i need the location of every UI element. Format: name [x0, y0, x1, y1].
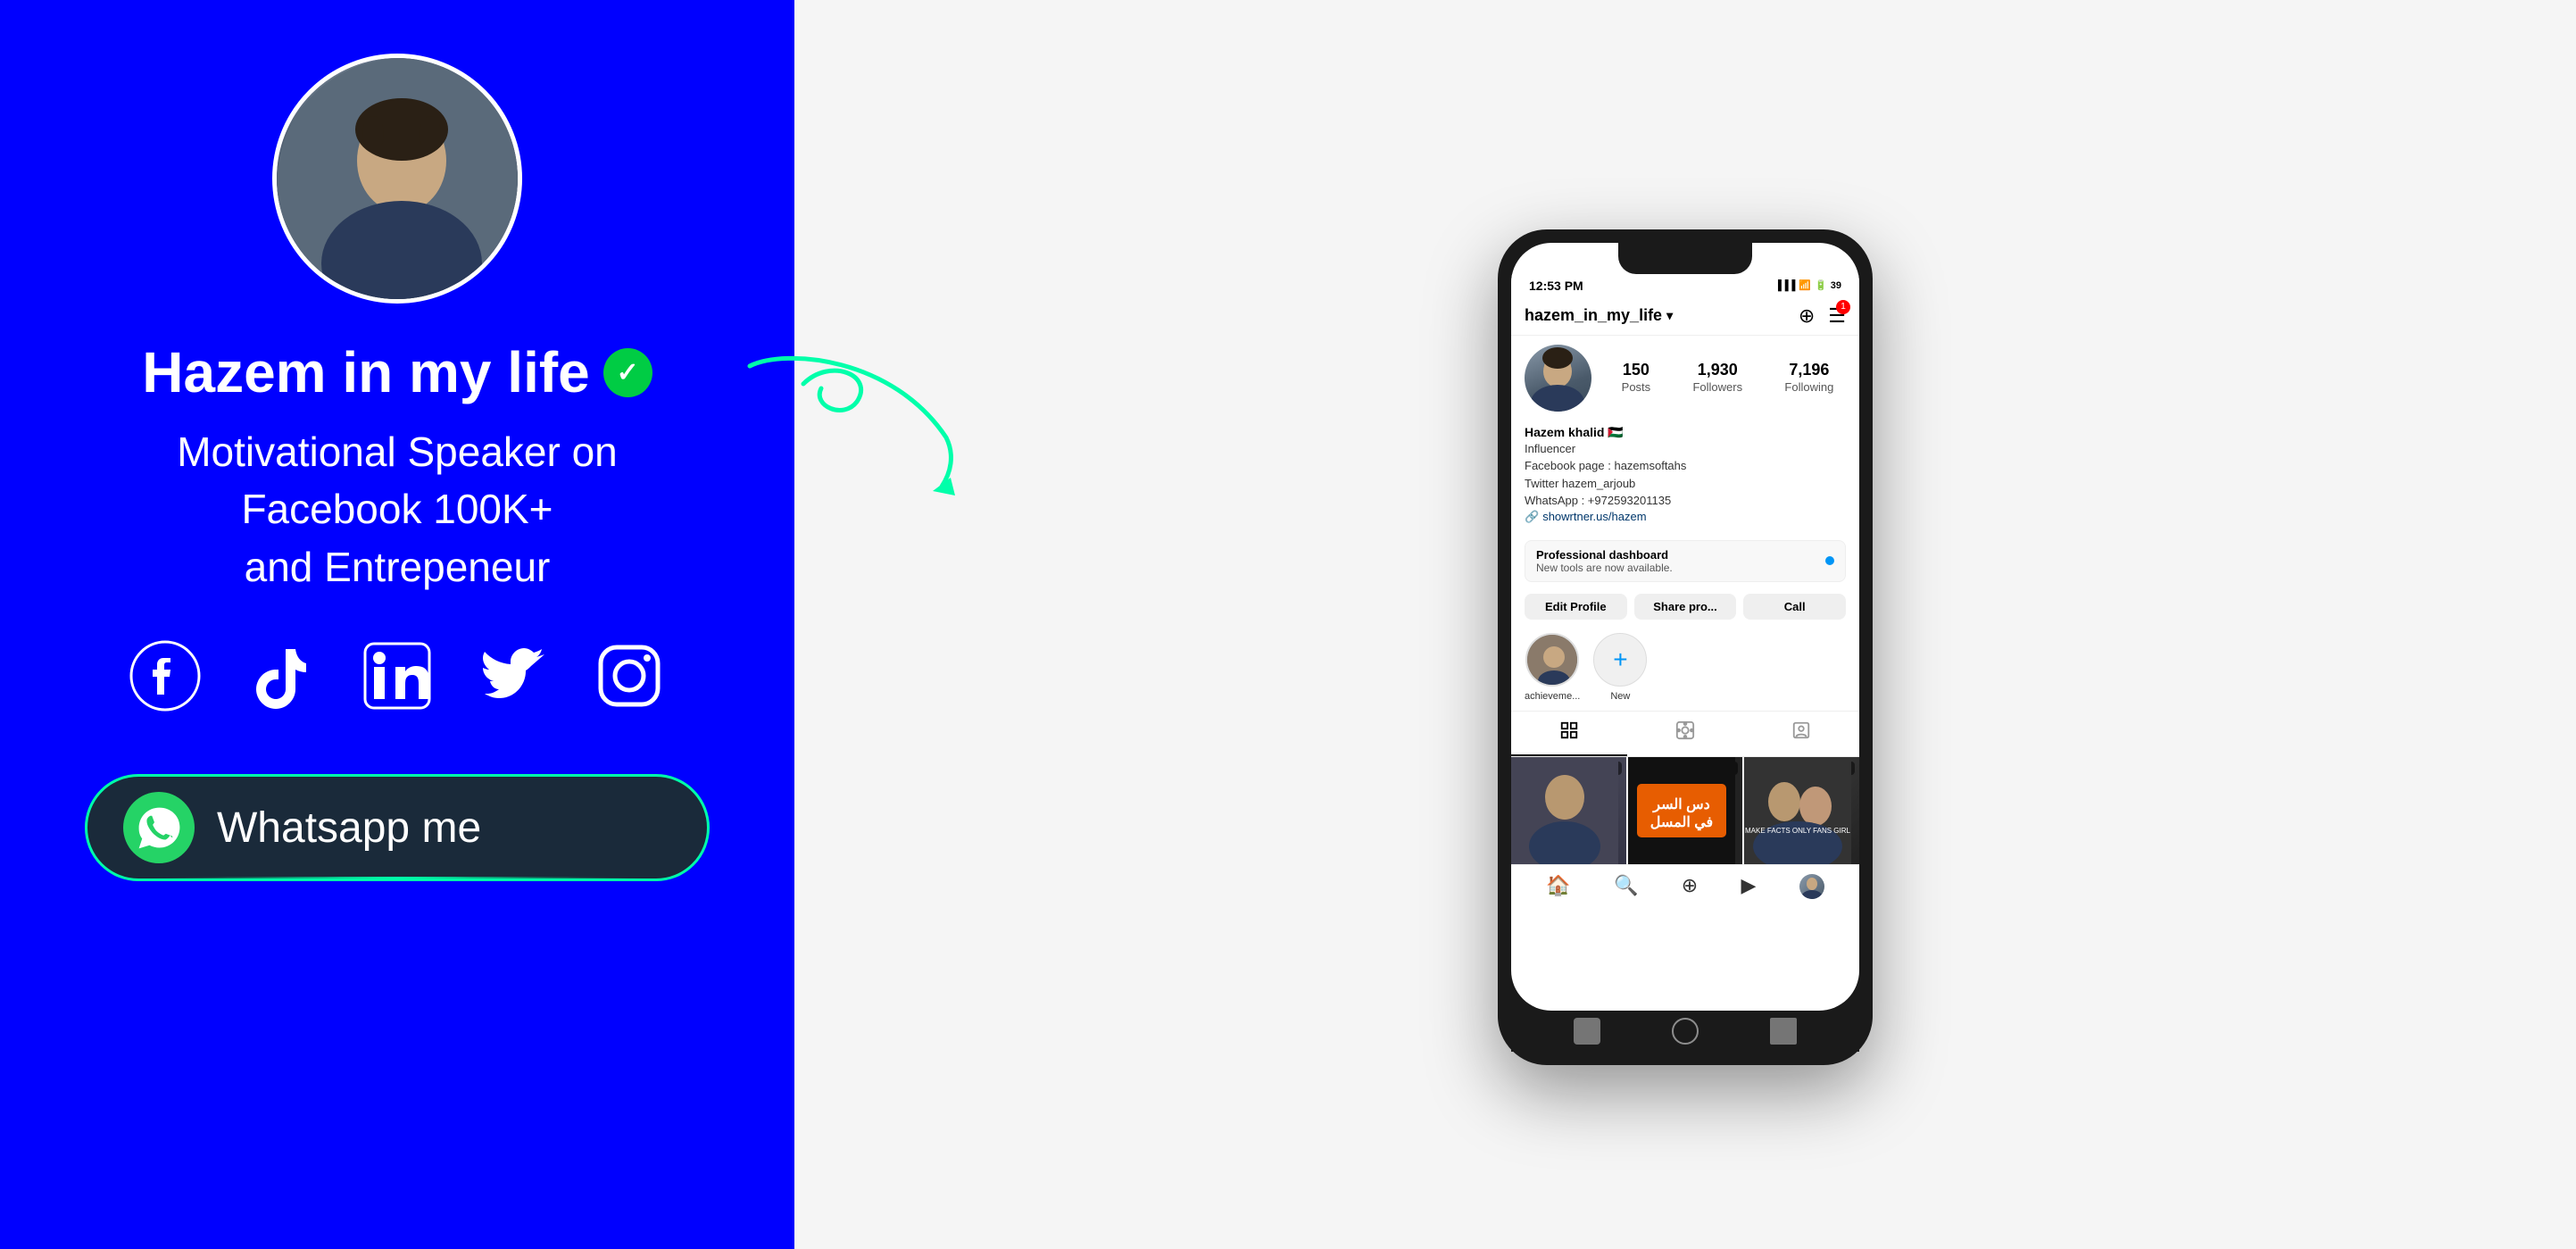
- ig-tab-bar: [1511, 711, 1859, 757]
- nav-add-icon[interactable]: ⊕: [1682, 874, 1698, 899]
- ig-stories-row: achieveme... + New: [1511, 624, 1859, 711]
- ig-posts-grid: ▶ 1 ① ▶ دس السر في المسل: [1511, 757, 1859, 864]
- avatar-image: [277, 58, 518, 299]
- twitter-icon[interactable]: [478, 640, 549, 712]
- following-count: 7,196: [1784, 361, 1833, 379]
- chevron-down-icon: ▾: [1666, 308, 1673, 323]
- wifi-icon: 📶: [1799, 279, 1811, 291]
- story-label-achievements: achieveme...: [1525, 691, 1580, 702]
- story-label-new: New: [1610, 691, 1630, 702]
- story-circle-achievements: [1525, 633, 1579, 687]
- profile-avatar: [272, 54, 522, 304]
- home-button[interactable]: [1672, 1018, 1699, 1045]
- ig-bio-line3: Twitter hazem_arjoub: [1525, 475, 1846, 493]
- linkedin-icon[interactable]: [361, 640, 433, 712]
- phone-nav-bar: [1511, 1011, 1859, 1052]
- story-image-achievements: [1527, 635, 1577, 685]
- ig-bio-line1: Influencer: [1525, 440, 1846, 458]
- ig-stat-posts[interactable]: 150 Posts: [1622, 361, 1651, 396]
- ig-professional-dashboard[interactable]: Professional dashboard New tools are now…: [1525, 540, 1846, 582]
- tab-tagged[interactable]: [1743, 712, 1859, 756]
- phone-notch: [1618, 243, 1752, 274]
- add-story-icon: +: [1613, 645, 1627, 674]
- ig-header: hazem_in_my_life ▾ ⊕ ☰ 1: [1511, 297, 1859, 336]
- following-label: Following: [1784, 380, 1833, 394]
- dashboard-title: Professional dashboard: [1536, 548, 1673, 562]
- battery-icon: 🔋: [1815, 279, 1827, 291]
- call-button[interactable]: Call: [1743, 594, 1846, 620]
- ig-profile-section: 150 Posts 1,930 Followers 7,196 Followin…: [1511, 336, 1859, 420]
- notification-badge: 1: [1836, 300, 1850, 314]
- social-icons: [129, 640, 665, 712]
- ig-profile-avatar[interactable]: [1525, 345, 1591, 412]
- add-post-icon-wrapper[interactable]: ⊕: [1799, 304, 1815, 328]
- phone-screen: 12:53 PM ▐▐▐ 📶 🔋 39 hazem_in_my_life ▾: [1511, 243, 1859, 1011]
- ig-bio-line2: Facebook page : hazemsoftahs: [1525, 457, 1846, 475]
- ig-bio-link[interactable]: 🔗 showrtner.us/hazem: [1525, 510, 1846, 524]
- grid-item-3[interactable]: ▶ MAKE FACTS ONLY FANS GIRL: [1744, 757, 1859, 864]
- posts-count: 150: [1622, 361, 1651, 379]
- profile-name: Hazem in my life ✓: [142, 339, 652, 405]
- ig-avatar-image: [1525, 345, 1591, 412]
- add-post-icon: ⊕: [1799, 304, 1815, 327]
- svg-text:MAKE FACTS ONLY FANS GIRL: MAKE FACTS ONLY FANS GIRL: [1745, 827, 1851, 835]
- share-profile-button[interactable]: Share pro...: [1634, 594, 1737, 620]
- verified-badge: ✓: [603, 348, 652, 397]
- grid-item-1[interactable]: ▶ 1: [1511, 757, 1626, 864]
- whatsapp-button[interactable]: Whatsapp me: [85, 774, 710, 881]
- back-button[interactable]: [1574, 1018, 1600, 1045]
- instagram-icon[interactable]: [594, 640, 665, 712]
- status-icons: ▐▐▐ 📶 🔋 39: [1774, 279, 1841, 291]
- menu-icon-wrapper[interactable]: ☰ 1: [1828, 304, 1846, 328]
- ig-bio-section: Hazem khalid 🇵🇸 Influencer Facebook page…: [1511, 420, 1859, 533]
- edit-profile-button[interactable]: Edit Profile: [1525, 594, 1627, 620]
- posts-label: Posts: [1622, 380, 1651, 394]
- whatsapp-button-label: Whatsapp me: [217, 804, 481, 853]
- nav-profile-icon[interactable]: [1799, 874, 1824, 899]
- link-icon: 🔗: [1525, 510, 1539, 524]
- ig-header-icons: ⊕ ☰ 1: [1799, 304, 1846, 328]
- ig-stat-followers[interactable]: 1,930 Followers: [1692, 361, 1742, 396]
- ig-stats: 150 Posts 1,930 Followers 7,196 Followin…: [1609, 361, 1846, 396]
- story-item-achievements[interactable]: achieveme...: [1525, 633, 1580, 702]
- followers-label: Followers: [1692, 380, 1742, 394]
- whatsapp-icon: [123, 792, 195, 863]
- phone-frame: 12:53 PM ▐▐▐ 📶 🔋 39 hazem_in_my_life ▾: [1498, 229, 1873, 1065]
- story-circle-new: +: [1593, 633, 1647, 687]
- svg-text:دس السر: دس السر: [1652, 797, 1710, 813]
- status-bar: 12:53 PM ▐▐▐ 📶 🔋 39: [1511, 274, 1859, 297]
- battery-level: 39: [1831, 280, 1841, 291]
- followers-count: 1,930: [1692, 361, 1742, 379]
- nav-reels-icon[interactable]: ▶: [1741, 874, 1757, 899]
- dashboard-subtitle: New tools are now available.: [1536, 562, 1673, 574]
- nav-search-icon[interactable]: 🔍: [1614, 874, 1638, 899]
- svg-text:في المسل: في المسل: [1649, 815, 1712, 831]
- signal-icon: ▐▐▐: [1774, 280, 1795, 291]
- status-time: 12:53 PM: [1529, 279, 1583, 293]
- ig-bio-line4: WhatsApp : +972593201135: [1525, 492, 1846, 510]
- facebook-icon[interactable]: [129, 640, 201, 712]
- ig-action-buttons: Edit Profile Share pro... Call: [1511, 589, 1859, 624]
- phone-mockup: 12:53 PM ▐▐▐ 📶 🔋 39 hazem_in_my_life ▾: [1498, 229, 1873, 1065]
- tab-grid[interactable]: [1511, 712, 1627, 756]
- tab-reels[interactable]: [1627, 712, 1743, 756]
- left-panel: Hazem in my life ✓ Motivational Speaker …: [0, 0, 794, 1249]
- ig-bottom-nav: 🏠 🔍 ⊕ ▶: [1511, 864, 1859, 908]
- nav-home-icon[interactable]: 🏠: [1546, 874, 1570, 899]
- ig-stat-following[interactable]: 7,196 Following: [1784, 361, 1833, 396]
- ig-bio-name: Hazem khalid 🇵🇸: [1525, 425, 1846, 440]
- recent-apps-button[interactable]: [1770, 1018, 1797, 1045]
- story-item-new[interactable]: + New: [1593, 633, 1647, 702]
- right-panel: 12:53 PM ▐▐▐ 📶 🔋 39 hazem_in_my_life ▾: [794, 0, 2576, 1249]
- grid-item-2[interactable]: ① ▶ دس السر في المسل: [1628, 757, 1743, 864]
- dashboard-indicator: [1825, 556, 1834, 565]
- profile-bio: Motivational Speaker on Facebook 100K+ a…: [85, 423, 710, 595]
- tiktok-icon[interactable]: [245, 640, 317, 712]
- ig-username[interactable]: hazem_in_my_life ▾: [1525, 306, 1673, 325]
- dashboard-text: Professional dashboard New tools are now…: [1536, 548, 1673, 574]
